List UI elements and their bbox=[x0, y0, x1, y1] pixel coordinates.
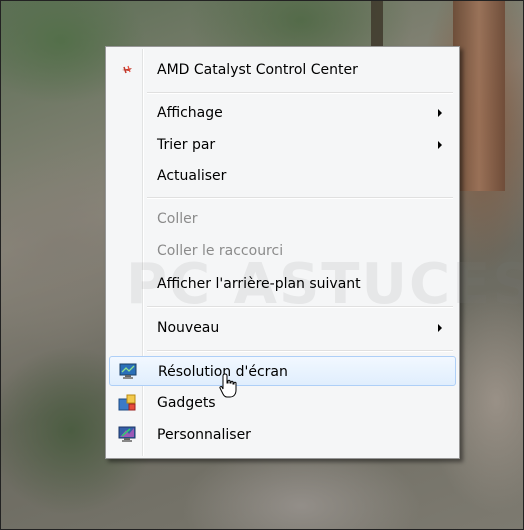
menu-item-trier-par[interactable]: Trier par bbox=[109, 130, 456, 160]
menu-separator bbox=[147, 92, 453, 94]
menu-item-arriere-plan-suivant[interactable]: Afficher l'arrière-plan suivant bbox=[109, 269, 456, 299]
menu-item-label: Coller bbox=[157, 211, 198, 227]
menu-item-resolution-ecran[interactable]: Résolution d'écran bbox=[109, 356, 456, 386]
amd-catalyst-icon bbox=[122, 65, 132, 74]
menu-separator bbox=[147, 197, 453, 199]
menu-item-gadgets[interactable]: Gadgets bbox=[109, 388, 456, 418]
wallpaper-tree-trunk-small bbox=[371, 1, 383, 51]
menu-item-personnaliser[interactable]: Personnaliser bbox=[109, 420, 456, 450]
wallpaper-tree-trunk bbox=[453, 1, 505, 191]
menu-item-label: Actualiser bbox=[157, 168, 227, 184]
menu-item-amd-catalyst[interactable]: AMD Catalyst Control Center bbox=[109, 55, 456, 85]
submenu-arrow-icon bbox=[438, 324, 442, 332]
menu-item-label: Nouveau bbox=[157, 320, 220, 336]
menu-item-label: Coller le raccourci bbox=[157, 243, 284, 259]
menu-separator bbox=[147, 350, 453, 352]
menu-item-label: Personnaliser bbox=[157, 427, 251, 443]
menu-item-actualiser[interactable]: Actualiser bbox=[109, 161, 456, 191]
menu-item-affichage[interactable]: Affichage bbox=[109, 98, 456, 128]
gadgets-icon bbox=[118, 394, 136, 411]
menu-item-label: Trier par bbox=[157, 137, 216, 153]
screenshot-frame: PC ASTUCES AMD Catalyst Control Center A… bbox=[0, 0, 524, 530]
menu-item-label: AMD Catalyst Control Center bbox=[157, 62, 358, 78]
menu-item-label: Gadgets bbox=[157, 395, 216, 411]
menu-item-coller: Coller bbox=[109, 204, 456, 234]
desktop-context-menu: PC ASTUCES AMD Catalyst Control Center A… bbox=[105, 46, 523, 459]
menu-item-label: Affichage bbox=[157, 105, 223, 121]
submenu-arrow-icon bbox=[438, 109, 442, 117]
menu-separator bbox=[147, 306, 453, 308]
screen-resolution-icon bbox=[119, 363, 137, 379]
menu-item-nouveau[interactable]: Nouveau bbox=[109, 313, 456, 343]
submenu-arrow-icon bbox=[438, 141, 442, 149]
menu-item-label: Afficher l'arrière-plan suivant bbox=[157, 276, 361, 292]
menu-item-coller-raccourci: Coller le raccourci bbox=[109, 236, 456, 266]
personalize-icon bbox=[118, 426, 136, 442]
hand-cursor-icon bbox=[219, 373, 237, 398]
